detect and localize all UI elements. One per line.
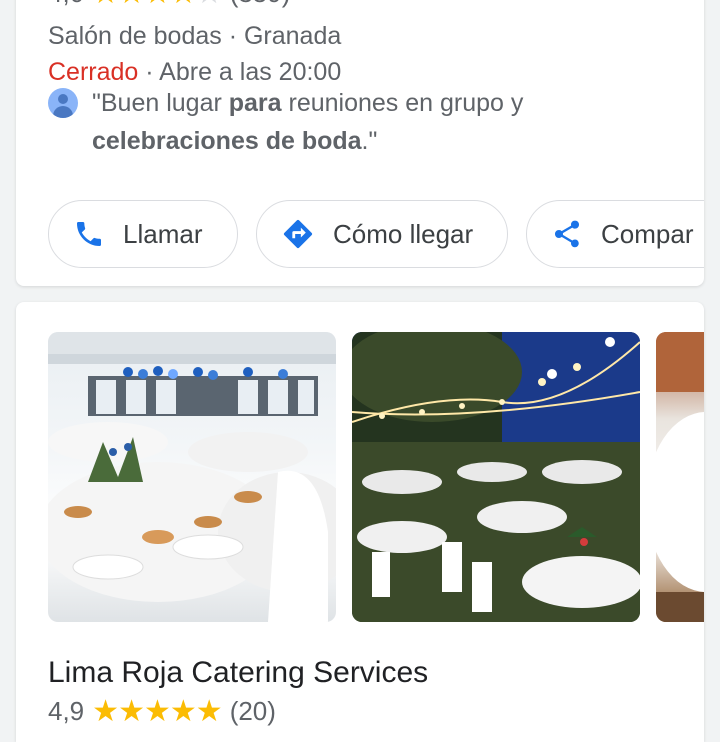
star-icon: ★ [118,694,145,728]
directions-label: Cómo llegar [333,218,474,249]
star-icon: ★ [92,694,119,728]
star-icon: ★ [92,0,119,9]
place-name[interactable]: Lima Roja Catering Services [48,656,428,690]
share-button[interactable]: Compar [526,200,704,268]
photo-plate[interactable] [656,332,704,622]
photo-outdoor-event-image [352,332,640,622]
avatar-icon [48,88,78,118]
rating-value: 4,0 [48,0,84,9]
call-label: Llamar [123,218,203,249]
action-buttons: Llamar Cómo llegar Compar [48,200,704,268]
category-location: Salón de bodas · Granada [48,22,342,50]
rating-row: 4,0 ★ ★ ★ ★ ★ (359) [48,0,290,9]
photo-indoor-banquet-image [48,332,336,622]
photo-outdoor-event[interactable] [352,332,640,622]
star-icon: ★ [143,694,171,728]
review-snippet[interactable]: "Buen lugar para reuniones en grupo y ce… [48,84,608,160]
opening-status: Cerrado · Abre a las 20:00 [48,58,341,87]
star-rating: ★ ★ ★ ★ ★ [92,694,223,728]
share-icon [555,220,579,248]
directions-icon [283,219,313,249]
share-label: Compar [601,218,694,249]
star-icon: ★ [144,0,171,9]
star-empty-icon: ★ [196,0,223,9]
star-icon: ★ [195,694,223,728]
star-icon: ★ [169,694,197,728]
review-count: (20) [229,696,276,726]
star-icon: ★ [118,0,145,9]
call-button[interactable]: Llamar [48,200,238,268]
photo-plate-image [656,332,704,622]
place-card-salon[interactable]: 4,0 ★ ★ ★ ★ ★ (359) Salón de bodas · Gra… [16,0,704,286]
rating-value: 4,9 [48,696,85,726]
rating-row: 4,9 ★ ★ ★ ★ ★ (20) [48,696,276,727]
phone-icon [77,222,101,246]
star-rating: ★ ★ ★ ★ ★ [92,0,223,9]
review-text: "Buen lugar para reuniones en grupo y ce… [92,89,524,155]
star-icon: ★ [170,0,197,9]
directions-button[interactable]: Cómo llegar [256,200,508,268]
photo-indoor-banquet[interactable] [48,332,336,622]
photo-carousel[interactable] [48,332,704,622]
status-closed: Cerrado [48,58,139,86]
place-card-catering[interactable]: Lima Roja Catering Services 4,9 ★ ★ ★ ★ … [16,302,704,742]
opening-hours: · Abre a las 20:00 [138,58,342,86]
review-count: (359) [230,0,291,9]
